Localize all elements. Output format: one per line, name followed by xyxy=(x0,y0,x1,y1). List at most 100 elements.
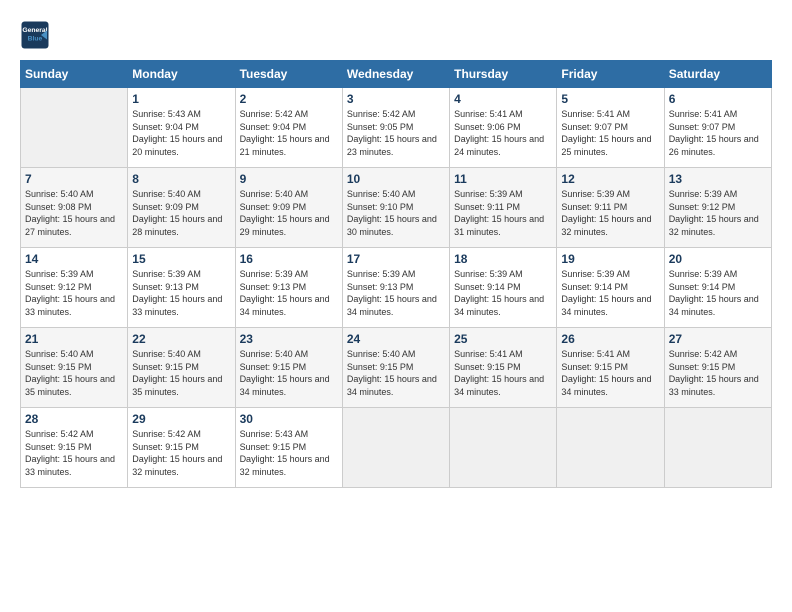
day-cell-5: 5 Sunrise: 5:41 AM Sunset: 9:07 PM Dayli… xyxy=(557,88,664,168)
day-cell-18: 18 Sunrise: 5:39 AM Sunset: 9:14 PM Dayl… xyxy=(450,248,557,328)
day-cell-23: 23 Sunrise: 5:40 AM Sunset: 9:15 PM Dayl… xyxy=(235,328,342,408)
day-number: 14 xyxy=(25,252,123,266)
day-cell-19: 19 Sunrise: 5:39 AM Sunset: 9:14 PM Dayl… xyxy=(557,248,664,328)
day-cell-20: 20 Sunrise: 5:39 AM Sunset: 9:14 PM Dayl… xyxy=(664,248,771,328)
day-number: 8 xyxy=(132,172,230,186)
day-info: Sunrise: 5:40 AM Sunset: 9:15 PM Dayligh… xyxy=(132,348,230,398)
empty-cell xyxy=(664,408,771,488)
header-sunday: Sunday xyxy=(21,61,128,88)
day-cell-22: 22 Sunrise: 5:40 AM Sunset: 9:15 PM Dayl… xyxy=(128,328,235,408)
day-info: Sunrise: 5:41 AM Sunset: 9:15 PM Dayligh… xyxy=(454,348,552,398)
day-number: 29 xyxy=(132,412,230,426)
page-header: General Blue xyxy=(20,20,772,50)
day-number: 25 xyxy=(454,332,552,346)
header-tuesday: Tuesday xyxy=(235,61,342,88)
day-info: Sunrise: 5:42 AM Sunset: 9:15 PM Dayligh… xyxy=(669,348,767,398)
empty-cell xyxy=(342,408,449,488)
day-number: 4 xyxy=(454,92,552,106)
day-number: 2 xyxy=(240,92,338,106)
header-saturday: Saturday xyxy=(664,61,771,88)
day-number: 7 xyxy=(25,172,123,186)
day-cell-10: 10 Sunrise: 5:40 AM Sunset: 9:10 PM Dayl… xyxy=(342,168,449,248)
day-cell-2: 2 Sunrise: 5:42 AM Sunset: 9:04 PM Dayli… xyxy=(235,88,342,168)
day-number: 5 xyxy=(561,92,659,106)
day-number: 18 xyxy=(454,252,552,266)
calendar-week-5: 28 Sunrise: 5:42 AM Sunset: 9:15 PM Dayl… xyxy=(21,408,772,488)
header-wednesday: Wednesday xyxy=(342,61,449,88)
day-info: Sunrise: 5:41 AM Sunset: 9:15 PM Dayligh… xyxy=(561,348,659,398)
day-cell-29: 29 Sunrise: 5:42 AM Sunset: 9:15 PM Dayl… xyxy=(128,408,235,488)
day-info: Sunrise: 5:41 AM Sunset: 9:07 PM Dayligh… xyxy=(561,108,659,158)
day-info: Sunrise: 5:39 AM Sunset: 9:11 PM Dayligh… xyxy=(454,188,552,238)
day-info: Sunrise: 5:40 AM Sunset: 9:10 PM Dayligh… xyxy=(347,188,445,238)
day-cell-13: 13 Sunrise: 5:39 AM Sunset: 9:12 PM Dayl… xyxy=(664,168,771,248)
day-info: Sunrise: 5:42 AM Sunset: 9:05 PM Dayligh… xyxy=(347,108,445,158)
day-number: 23 xyxy=(240,332,338,346)
day-number: 1 xyxy=(132,92,230,106)
day-info: Sunrise: 5:39 AM Sunset: 9:14 PM Dayligh… xyxy=(669,268,767,318)
day-info: Sunrise: 5:39 AM Sunset: 9:12 PM Dayligh… xyxy=(669,188,767,238)
day-info: Sunrise: 5:43 AM Sunset: 9:15 PM Dayligh… xyxy=(240,428,338,478)
day-number: 9 xyxy=(240,172,338,186)
day-info: Sunrise: 5:40 AM Sunset: 9:09 PM Dayligh… xyxy=(132,188,230,238)
day-cell-25: 25 Sunrise: 5:41 AM Sunset: 9:15 PM Dayl… xyxy=(450,328,557,408)
day-number: 19 xyxy=(561,252,659,266)
day-info: Sunrise: 5:42 AM Sunset: 9:15 PM Dayligh… xyxy=(132,428,230,478)
day-number: 22 xyxy=(132,332,230,346)
day-number: 10 xyxy=(347,172,445,186)
day-number: 20 xyxy=(669,252,767,266)
day-cell-9: 9 Sunrise: 5:40 AM Sunset: 9:09 PM Dayli… xyxy=(235,168,342,248)
day-number: 21 xyxy=(25,332,123,346)
day-info: Sunrise: 5:39 AM Sunset: 9:11 PM Dayligh… xyxy=(561,188,659,238)
day-cell-28: 28 Sunrise: 5:42 AM Sunset: 9:15 PM Dayl… xyxy=(21,408,128,488)
header-thursday: Thursday xyxy=(450,61,557,88)
day-info: Sunrise: 5:39 AM Sunset: 9:13 PM Dayligh… xyxy=(132,268,230,318)
day-info: Sunrise: 5:42 AM Sunset: 9:15 PM Dayligh… xyxy=(25,428,123,478)
day-cell-17: 17 Sunrise: 5:39 AM Sunset: 9:13 PM Dayl… xyxy=(342,248,449,328)
day-info: Sunrise: 5:39 AM Sunset: 9:14 PM Dayligh… xyxy=(561,268,659,318)
calendar-week-2: 7 Sunrise: 5:40 AM Sunset: 9:08 PM Dayli… xyxy=(21,168,772,248)
day-cell-6: 6 Sunrise: 5:41 AM Sunset: 9:07 PM Dayli… xyxy=(664,88,771,168)
day-info: Sunrise: 5:39 AM Sunset: 9:14 PM Dayligh… xyxy=(454,268,552,318)
day-number: 26 xyxy=(561,332,659,346)
day-info: Sunrise: 5:40 AM Sunset: 9:08 PM Dayligh… xyxy=(25,188,123,238)
day-cell-12: 12 Sunrise: 5:39 AM Sunset: 9:11 PM Dayl… xyxy=(557,168,664,248)
svg-text:Blue: Blue xyxy=(28,35,43,42)
day-info: Sunrise: 5:40 AM Sunset: 9:09 PM Dayligh… xyxy=(240,188,338,238)
day-cell-24: 24 Sunrise: 5:40 AM Sunset: 9:15 PM Dayl… xyxy=(342,328,449,408)
day-cell-26: 26 Sunrise: 5:41 AM Sunset: 9:15 PM Dayl… xyxy=(557,328,664,408)
day-cell-14: 14 Sunrise: 5:39 AM Sunset: 9:12 PM Dayl… xyxy=(21,248,128,328)
day-number: 12 xyxy=(561,172,659,186)
day-info: Sunrise: 5:43 AM Sunset: 9:04 PM Dayligh… xyxy=(132,108,230,158)
day-number: 6 xyxy=(669,92,767,106)
header-monday: Monday xyxy=(128,61,235,88)
day-cell-15: 15 Sunrise: 5:39 AM Sunset: 9:13 PM Dayl… xyxy=(128,248,235,328)
day-number: 30 xyxy=(240,412,338,426)
day-info: Sunrise: 5:42 AM Sunset: 9:04 PM Dayligh… xyxy=(240,108,338,158)
day-cell-1: 1 Sunrise: 5:43 AM Sunset: 9:04 PM Dayli… xyxy=(128,88,235,168)
day-cell-16: 16 Sunrise: 5:39 AM Sunset: 9:13 PM Dayl… xyxy=(235,248,342,328)
day-info: Sunrise: 5:39 AM Sunset: 9:12 PM Dayligh… xyxy=(25,268,123,318)
empty-cell xyxy=(450,408,557,488)
logo-icon: General Blue xyxy=(20,20,50,50)
day-info: Sunrise: 5:41 AM Sunset: 9:06 PM Dayligh… xyxy=(454,108,552,158)
logo: General Blue xyxy=(20,20,54,50)
header-friday: Friday xyxy=(557,61,664,88)
day-number: 3 xyxy=(347,92,445,106)
day-info: Sunrise: 5:39 AM Sunset: 9:13 PM Dayligh… xyxy=(240,268,338,318)
calendar-week-3: 14 Sunrise: 5:39 AM Sunset: 9:12 PM Dayl… xyxy=(21,248,772,328)
day-cell-4: 4 Sunrise: 5:41 AM Sunset: 9:06 PM Dayli… xyxy=(450,88,557,168)
day-info: Sunrise: 5:40 AM Sunset: 9:15 PM Dayligh… xyxy=(240,348,338,398)
day-info: Sunrise: 5:41 AM Sunset: 9:07 PM Dayligh… xyxy=(669,108,767,158)
day-number: 16 xyxy=(240,252,338,266)
empty-cell xyxy=(557,408,664,488)
calendar-table: SundayMondayTuesdayWednesdayThursdayFrid… xyxy=(20,60,772,488)
day-number: 13 xyxy=(669,172,767,186)
day-info: Sunrise: 5:40 AM Sunset: 9:15 PM Dayligh… xyxy=(347,348,445,398)
day-number: 15 xyxy=(132,252,230,266)
day-number: 27 xyxy=(669,332,767,346)
day-cell-8: 8 Sunrise: 5:40 AM Sunset: 9:09 PM Dayli… xyxy=(128,168,235,248)
calendar-week-1: 1 Sunrise: 5:43 AM Sunset: 9:04 PM Dayli… xyxy=(21,88,772,168)
day-number: 17 xyxy=(347,252,445,266)
day-number: 11 xyxy=(454,172,552,186)
